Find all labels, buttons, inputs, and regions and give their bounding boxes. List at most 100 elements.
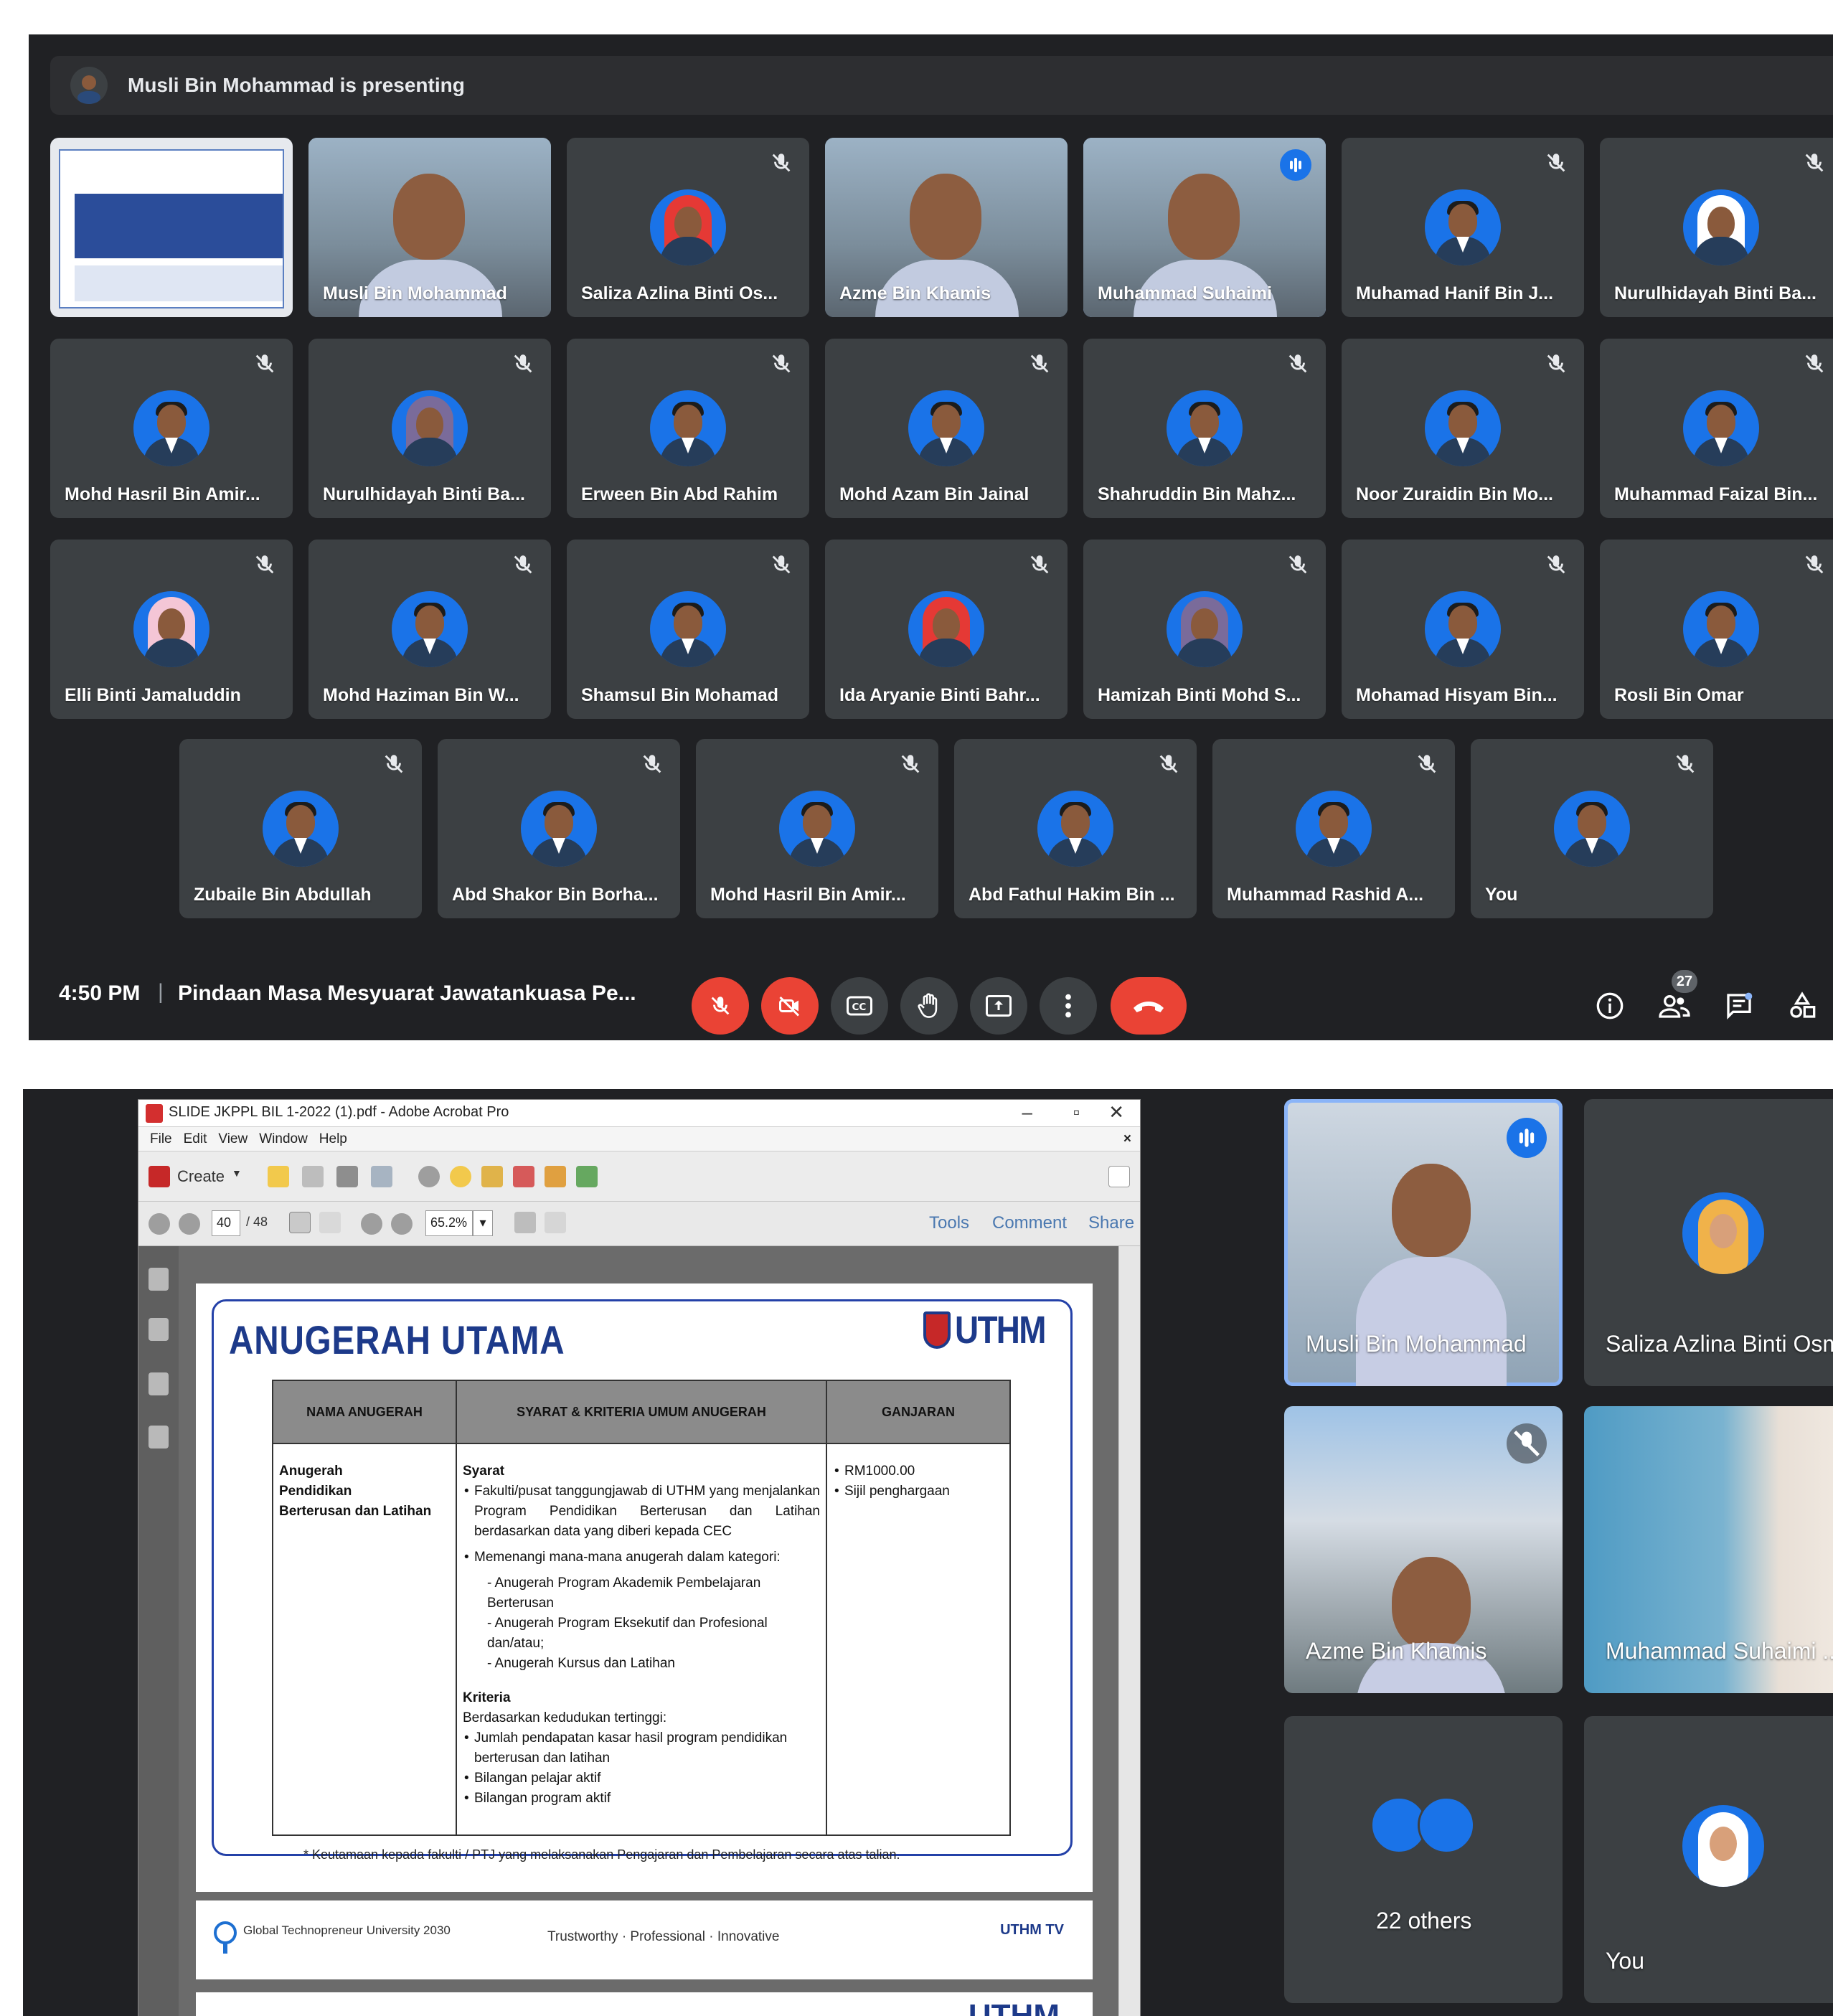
fit-width-icon[interactable] <box>545 1212 566 1233</box>
participant-tile[interactable]: Musli Bin Mohammad <box>1284 1099 1563 1386</box>
hand-tool-icon[interactable] <box>319 1212 341 1233</box>
menu-item[interactable]: Edit <box>184 1131 207 1147</box>
participant-tile[interactable]: Azme Bin Khamis <box>825 138 1068 317</box>
present-screen-button[interactable] <box>970 977 1027 1035</box>
close-document-button[interactable]: × <box>1123 1131 1131 1147</box>
zoom-out-icon[interactable] <box>361 1213 382 1235</box>
award-name-line: Anugerah <box>279 1464 343 1479</box>
leave-call-button[interactable] <box>1111 977 1187 1035</box>
reward-item: Sijil penghargaan <box>833 1482 1004 1502</box>
fit-page-icon[interactable] <box>514 1212 536 1233</box>
participant-tile[interactable]: Shahruddin Bin Mahz... <box>1083 339 1326 518</box>
participant-tile[interactable]: Saliza Azlina Binti Osm... <box>1584 1099 1833 1386</box>
activities-button[interactable] <box>1782 986 1822 1026</box>
participant-tile[interactable]: Hamizah Binti Mohd S... <box>1083 540 1326 719</box>
participant-tile[interactable]: You <box>1471 739 1713 918</box>
participant-name: Hamizah Binti Mohd S... <box>1098 685 1301 705</box>
highlight-icon[interactable] <box>481 1166 503 1187</box>
open-folder-icon[interactable] <box>268 1166 289 1187</box>
print-icon[interactable] <box>336 1166 358 1187</box>
participant-name: Ida Aryanie Binti Bahr... <box>839 685 1040 705</box>
participant-tile[interactable]: Muhammad Suhaimi <box>1083 138 1326 317</box>
participant-tile[interactable]: Nurulhidayah Binti Ba... <box>1600 138 1833 317</box>
participant-tile[interactable] <box>50 138 293 317</box>
meeting-details-button[interactable] <box>1590 986 1630 1026</box>
document-icon[interactable] <box>545 1166 566 1187</box>
pages-panel-icon[interactable] <box>149 1268 169 1291</box>
participant-tile[interactable]: Muhammad Rashid A... <box>1212 739 1455 918</box>
acrobat-window[interactable]: SLIDE JKPPL BIL 1-2022 (1).pdf - Adobe A… <box>138 1099 1141 2016</box>
pdf-document-view[interactable]: ANUGERAH UTAMA UTHM NAMA ANUGERAH SYARAT… <box>179 1246 1118 2016</box>
select-tool-icon[interactable] <box>289 1212 311 1233</box>
participant-tile[interactable]: Elli Binti Jamaluddin <box>50 540 293 719</box>
participant-tile[interactable]: Mohd Hasril Bin Amir... <box>50 339 293 518</box>
attachments-panel-icon[interactable] <box>149 1372 169 1395</box>
settings-gear-icon[interactable] <box>418 1166 440 1187</box>
participant-tile[interactable]: Saliza Azlina Binti Os... <box>567 138 809 317</box>
participant-tile[interactable]: Muhammad Suhaimi ... <box>1584 1406 1833 1693</box>
comment-bubble-icon[interactable] <box>450 1166 471 1187</box>
presenting-banner[interactable]: Musli Bin Mohammad is presenting <box>50 56 1833 115</box>
zoom-dropdown[interactable]: ▾ <box>473 1210 493 1236</box>
fullscreen-icon[interactable] <box>1108 1166 1130 1187</box>
menu-item[interactable]: Help <box>319 1131 347 1147</box>
participant-tile[interactable]: Azme Bin Khamis <box>1284 1406 1563 1693</box>
participant-tile[interactable]: You <box>1584 1716 1833 2003</box>
bookmarks-panel-icon[interactable] <box>149 1318 169 1341</box>
participant-tile[interactable]: Mohamad Hisyam Bin... <box>1342 540 1584 719</box>
mic-off-button[interactable] <box>692 977 749 1035</box>
create-button[interactable]: Create <box>177 1167 225 1186</box>
pdf-scrollbar[interactable] <box>1118 1246 1140 2016</box>
participant-tile[interactable]: Rosli Bin Omar <box>1600 540 1833 719</box>
pdf-export-icon[interactable] <box>513 1166 534 1187</box>
syarat-item: Fakulti/pusat tanggungjawab di UTHM yang… <box>463 1482 820 1542</box>
menu-item[interactable]: File <box>150 1131 172 1147</box>
menu-item[interactable]: Window <box>259 1131 308 1147</box>
menu-item[interactable]: View <box>218 1131 248 1147</box>
minimize-button[interactable]: – <box>1022 1101 1032 1124</box>
zoom-level-input[interactable]: 65.2% <box>425 1210 473 1236</box>
save-icon[interactable] <box>302 1166 324 1187</box>
participant-tile[interactable]: Muhammad Faizal Bin... <box>1600 339 1833 518</box>
raise-hand-button[interactable] <box>900 977 958 1035</box>
participant-tile[interactable]: Abd Shakor Bin Borha... <box>438 739 680 918</box>
participant-tile[interactable]: Muhamad Hanif Bin J... <box>1342 138 1584 317</box>
avatar <box>1425 189 1501 265</box>
comment-tab[interactable]: Comment <box>992 1213 1067 1233</box>
mic-muted-icon <box>255 354 274 373</box>
participant-name: Muhamad Hanif Bin J... <box>1356 283 1554 303</box>
captions-button[interactable]: CC <box>831 977 888 1035</box>
participant-name: You <box>1606 1948 1644 1974</box>
participant-tile[interactable]: Ida Aryanie Binti Bahr... <box>825 540 1068 719</box>
participant-tile[interactable]: 22 others <box>1284 1716 1563 2003</box>
participant-tile[interactable]: Nurulhidayah Binti Ba... <box>308 339 551 518</box>
page-number-input[interactable]: 40 <box>212 1210 240 1236</box>
participant-tile[interactable]: Mohd Azam Bin Jainal <box>825 339 1068 518</box>
camera-off-button[interactable] <box>761 977 819 1035</box>
share-tab[interactable]: Share <box>1088 1213 1134 1233</box>
participant-tile[interactable]: Mohd Haziman Bin W... <box>308 540 551 719</box>
close-window-button[interactable]: ✕ <box>1108 1101 1124 1124</box>
participant-tile[interactable]: Shamsul Bin Mohamad <box>567 540 809 719</box>
signatures-panel-icon[interactable] <box>149 1426 169 1449</box>
participant-name: 22 others <box>1376 1908 1472 1933</box>
page-down-icon[interactable] <box>179 1213 200 1235</box>
presenter-avatar <box>70 67 108 104</box>
participant-tile[interactable]: Mohd Hasril Bin Amir... <box>696 739 938 918</box>
participant-tile[interactable]: Abd Fathul Hakim Bin ... <box>954 739 1197 918</box>
zoom-in-icon[interactable] <box>391 1213 413 1235</box>
create-dropdown-caret[interactable]: ▼ <box>232 1167 242 1179</box>
participant-tile[interactable]: Zubaile Bin Abdullah <box>179 739 422 918</box>
avatar <box>779 791 855 867</box>
participant-name: Elli Binti Jamaluddin <box>65 685 241 705</box>
email-icon[interactable] <box>371 1166 392 1187</box>
share-doc-icon[interactable] <box>576 1166 598 1187</box>
restore-button[interactable]: ▫ <box>1073 1101 1080 1124</box>
participant-tile[interactable]: Noor Zuraidin Bin Mo... <box>1342 339 1584 518</box>
page-up-icon[interactable] <box>149 1213 170 1235</box>
more-options-button[interactable] <box>1040 977 1097 1035</box>
chat-button[interactable] <box>1719 986 1759 1026</box>
tools-tab[interactable]: Tools <box>929 1213 969 1233</box>
participant-tile[interactable]: Musli Bin Mohammad <box>308 138 551 317</box>
participant-tile[interactable]: Erween Bin Abd Rahim <box>567 339 809 518</box>
